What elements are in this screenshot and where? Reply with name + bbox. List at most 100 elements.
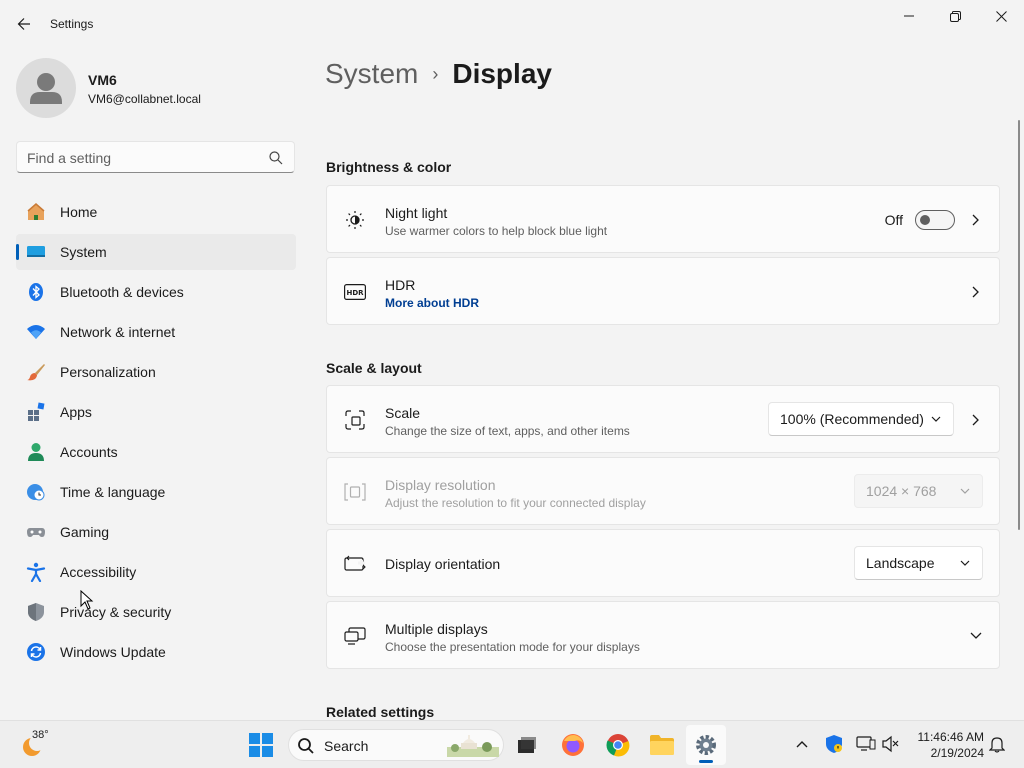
sidebar-item-label: System <box>60 244 107 260</box>
multiple-displays-card[interactable]: Multiple displays Choose the presentatio… <box>326 601 1000 669</box>
task-view-button[interactable] <box>507 725 547 765</box>
section-title-related: Related settings <box>326 704 435 720</box>
back-button[interactable] <box>10 10 38 38</box>
sidebar-item-gaming[interactable]: Gaming <box>16 514 296 550</box>
sidebar-item-label: Network & internet <box>60 324 176 340</box>
hdr-more-link[interactable]: More about HDR <box>385 296 479 310</box>
search-icon[interactable] <box>268 150 284 166</box>
search-icon <box>298 738 314 754</box>
mouse-cursor-icon <box>80 590 94 610</box>
night-light-toggle[interactable] <box>915 210 955 230</box>
sidebar-item-personalization[interactable]: Personalization <box>16 354 296 390</box>
firefox-icon <box>562 734 584 756</box>
search-input[interactable] <box>27 148 257 168</box>
firefox-button[interactable] <box>553 725 593 765</box>
sidebar-item-accounts[interactable]: Accounts <box>16 434 296 470</box>
tray-overflow-button[interactable] <box>791 733 813 755</box>
multiple-displays-title: Multiple displays <box>385 621 488 637</box>
taskbar-clock[interactable]: 11:46:46 AM 2/19/2024 <box>908 729 985 761</box>
sidebar-item-network[interactable]: Network & internet <box>16 314 296 350</box>
system-icon <box>26 242 46 262</box>
accessibility-icon <box>26 562 46 582</box>
app-title: Settings <box>50 17 94 31</box>
sidebar-item-accessibility[interactable]: Accessibility <box>16 554 296 590</box>
close-button[interactable] <box>978 0 1024 32</box>
user-profile[interactable]: VM6 VM6@collabnet.local <box>16 58 296 118</box>
clock-date: 2/19/2024 <box>930 746 984 760</box>
wifi-icon <box>26 322 46 342</box>
speaker-muted-icon <box>882 735 899 753</box>
taskbar: 38° Search 11:46:46 AM 2/19/2024 <box>0 720 1024 768</box>
avatar <box>16 58 76 118</box>
settings-app-button[interactable] <box>686 725 726 765</box>
minimize-button[interactable] <box>886 0 932 32</box>
orientation-dropdown[interactable]: Landscape <box>854 546 983 580</box>
multiple-displays-desc: Choose the presentation mode for your di… <box>385 640 640 654</box>
sidebar-item-system[interactable]: System <box>16 234 296 270</box>
defender-tray-button[interactable] <box>823 733 845 755</box>
orientation-icon <box>344 554 366 574</box>
night-light-card[interactable]: Night light Use warmer colors to help bl… <box>326 185 1000 253</box>
close-icon <box>995 10 1007 22</box>
breadcrumb-parent[interactable]: System <box>325 58 418 90</box>
network-tray-button[interactable] <box>855 733 877 755</box>
accounts-icon <box>26 442 46 462</box>
notifications-button[interactable] <box>986 733 1008 755</box>
resolution-value: 1024 × 768 <box>866 483 937 499</box>
settings-search[interactable] <box>16 141 295 173</box>
scrollbar[interactable] <box>1018 120 1020 530</box>
toggle-knob <box>920 215 930 225</box>
gear-icon <box>696 735 716 755</box>
apps-icon <box>26 402 46 422</box>
taskbar-search[interactable]: Search <box>288 729 504 761</box>
restore-icon <box>949 10 961 22</box>
sidebar-item-label: Gaming <box>60 524 110 540</box>
restore-button[interactable] <box>932 0 978 32</box>
sidebar-item-bluetooth[interactable]: Bluetooth & devices <box>16 274 296 310</box>
orientation-card: Display orientation Landscape <box>326 529 1000 597</box>
resolution-dropdown: 1024 × 768 <box>854 474 983 508</box>
chevron-down-icon <box>960 560 970 566</box>
chrome-icon <box>606 734 630 757</box>
scale-title: Scale <box>385 405 421 421</box>
windows-logo-icon <box>249 733 273 757</box>
sidebar-item-label: Time & language <box>60 484 166 500</box>
sidebar-item-home[interactable]: Home <box>16 194 296 230</box>
chevron-down-icon <box>960 488 970 494</box>
title-bar: Settings <box>0 0 1024 48</box>
chevron-up-icon <box>796 741 808 748</box>
sidebar-item-apps[interactable]: Apps <box>16 394 296 430</box>
active-app-indicator <box>699 760 713 763</box>
sidebar-item-label: Bluetooth & devices <box>60 284 184 300</box>
chrome-button[interactable] <box>598 725 638 765</box>
minimize-icon <box>904 15 914 17</box>
resolution-title: Display resolution <box>385 477 496 493</box>
resolution-icon <box>344 482 366 502</box>
sidebar-item-time-language[interactable]: Time & language <box>16 474 296 510</box>
user-name: VM6 <box>88 72 117 88</box>
svg-text:HDR: HDR <box>346 289 364 297</box>
scale-icon <box>344 410 366 430</box>
resolution-desc: Adjust the resolution to fit your connec… <box>385 496 646 510</box>
night-light-title: Night light <box>385 205 448 221</box>
chevron-down-icon <box>931 416 941 422</box>
sidebar-item-windows-update[interactable]: Windows Update <box>16 634 296 670</box>
security-shield-icon <box>826 735 842 753</box>
start-button[interactable] <box>241 725 281 765</box>
scale-dropdown[interactable]: 100% (Recommended) <box>768 402 954 436</box>
night-light-icon <box>344 210 366 230</box>
night-light-state: Off <box>884 212 903 228</box>
hdr-card[interactable]: HDR HDR More about HDR <box>326 257 1000 325</box>
volume-tray-button[interactable] <box>880 733 902 755</box>
multiple-displays-icon <box>344 626 366 646</box>
sidebar-item-privacy[interactable]: Privacy & security <box>16 594 296 630</box>
sidebar-item-label: Accounts <box>60 444 118 460</box>
scale-card[interactable]: Scale Change the size of text, apps, and… <box>326 385 1000 453</box>
chevron-right-icon <box>972 214 979 226</box>
file-explorer-button[interactable] <box>642 725 682 765</box>
chevron-down-icon[interactable] <box>969 630 983 642</box>
orientation-value: Landscape <box>866 555 935 571</box>
page-title: Display <box>452 58 552 89</box>
person-icon <box>30 73 62 104</box>
weather-temperature: 38° <box>32 729 49 741</box>
